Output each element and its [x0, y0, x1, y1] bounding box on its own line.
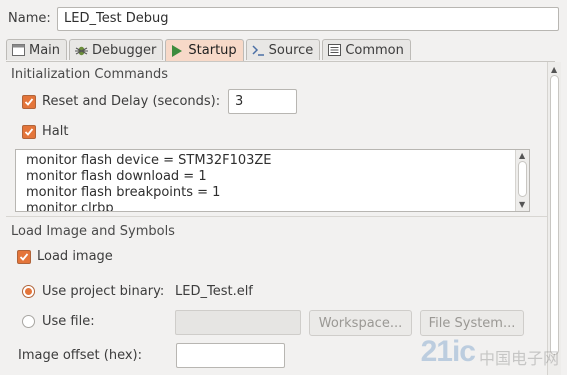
file-path-input[interactable] [175, 310, 301, 335]
command-line: monitor flash device = STM32F103ZE [26, 153, 272, 168]
filesystem-button[interactable]: File System... [420, 310, 524, 336]
reset-label: Reset and Delay (seconds): [42, 94, 221, 109]
commands-scrollbar[interactable]: ▲ ▼ [515, 150, 529, 211]
play-icon [170, 44, 184, 58]
check-icon [24, 97, 34, 106]
scroll-down-icon[interactable]: ▼ [519, 201, 525, 209]
use-project-binary-row: Use project binary: [22, 284, 164, 299]
command-lines: monitor flash device = STM32F103ZE monit… [16, 153, 272, 212]
reset-delay-row: Reset and Delay (seconds): [22, 94, 220, 109]
tab-bar: Main Debugger Startup Source Common [6, 39, 413, 61]
image-offset-input[interactable] [176, 343, 285, 368]
project-binary-value: LED_Test.elf [175, 284, 253, 299]
bug-icon [74, 43, 88, 57]
tab-common[interactable]: Common [322, 39, 411, 60]
tab-startup-label: Startup [188, 43, 237, 58]
tab-source-label: Source [268, 42, 314, 58]
load-image-label: Load image [37, 249, 113, 264]
init-commands-textarea[interactable]: monitor flash device = STM32F103ZE monit… [15, 149, 530, 212]
halt-label: Halt [42, 124, 69, 139]
main-icon [11, 43, 25, 57]
common-icon [327, 43, 341, 57]
tab-startup[interactable]: Startup [165, 39, 244, 61]
panel-scrollbar[interactable]: ▲ [547, 62, 561, 375]
tab-debugger-label: Debugger [92, 42, 157, 58]
command-line: monitor flash download = 1 [26, 169, 207, 184]
init-section-title: Initialization Commands [11, 67, 168, 82]
reset-checkbox[interactable] [22, 94, 36, 109]
commands-scroll-thumb[interactable] [518, 161, 527, 197]
tab-main[interactable]: Main [6, 39, 68, 60]
check-icon [19, 252, 29, 261]
tab-debugger[interactable]: Debugger [69, 39, 164, 60]
load-image-row: Load image [17, 249, 113, 264]
use-file-radio[interactable] [22, 315, 35, 328]
panel-scroll-thumb[interactable] [550, 75, 559, 355]
name-label: Name: [8, 11, 51, 26]
name-input[interactable]: LED_Test Debug [57, 7, 559, 31]
tab-source[interactable]: Source [245, 39, 321, 60]
watermark: 21ic 中国电子网 [421, 335, 559, 369]
section-divider [6, 216, 547, 217]
halt-row: Halt [22, 124, 68, 139]
use-project-binary-label: Use project binary: [42, 284, 165, 299]
panel-scroll-up-icon[interactable]: ▲ [551, 66, 557, 74]
source-icon [251, 43, 265, 57]
command-line: monitor clrbp [26, 201, 114, 212]
use-file-row: Use file: [22, 314, 95, 329]
workspace-button[interactable]: Workspace... [309, 310, 412, 336]
tab-divider [6, 61, 555, 62]
scroll-up-icon[interactable]: ▲ [519, 152, 525, 160]
check-icon [24, 127, 34, 136]
watermark-text: 中国电子网 [478, 349, 559, 368]
load-image-checkbox[interactable] [17, 249, 31, 264]
use-project-binary-radio[interactable] [22, 285, 35, 298]
watermark-logo: 21ic [420, 335, 476, 368]
tab-main-label: Main [29, 42, 61, 58]
load-section-title: Load Image and Symbols [11, 224, 175, 239]
use-file-label: Use file: [42, 314, 95, 329]
tab-common-label: Common [345, 42, 404, 58]
delay-input[interactable]: 3 [228, 89, 297, 114]
command-line: monitor flash breakpoints = 1 [26, 185, 221, 200]
halt-checkbox[interactable] [22, 124, 36, 139]
image-offset-label: Image offset (hex): [18, 348, 142, 363]
